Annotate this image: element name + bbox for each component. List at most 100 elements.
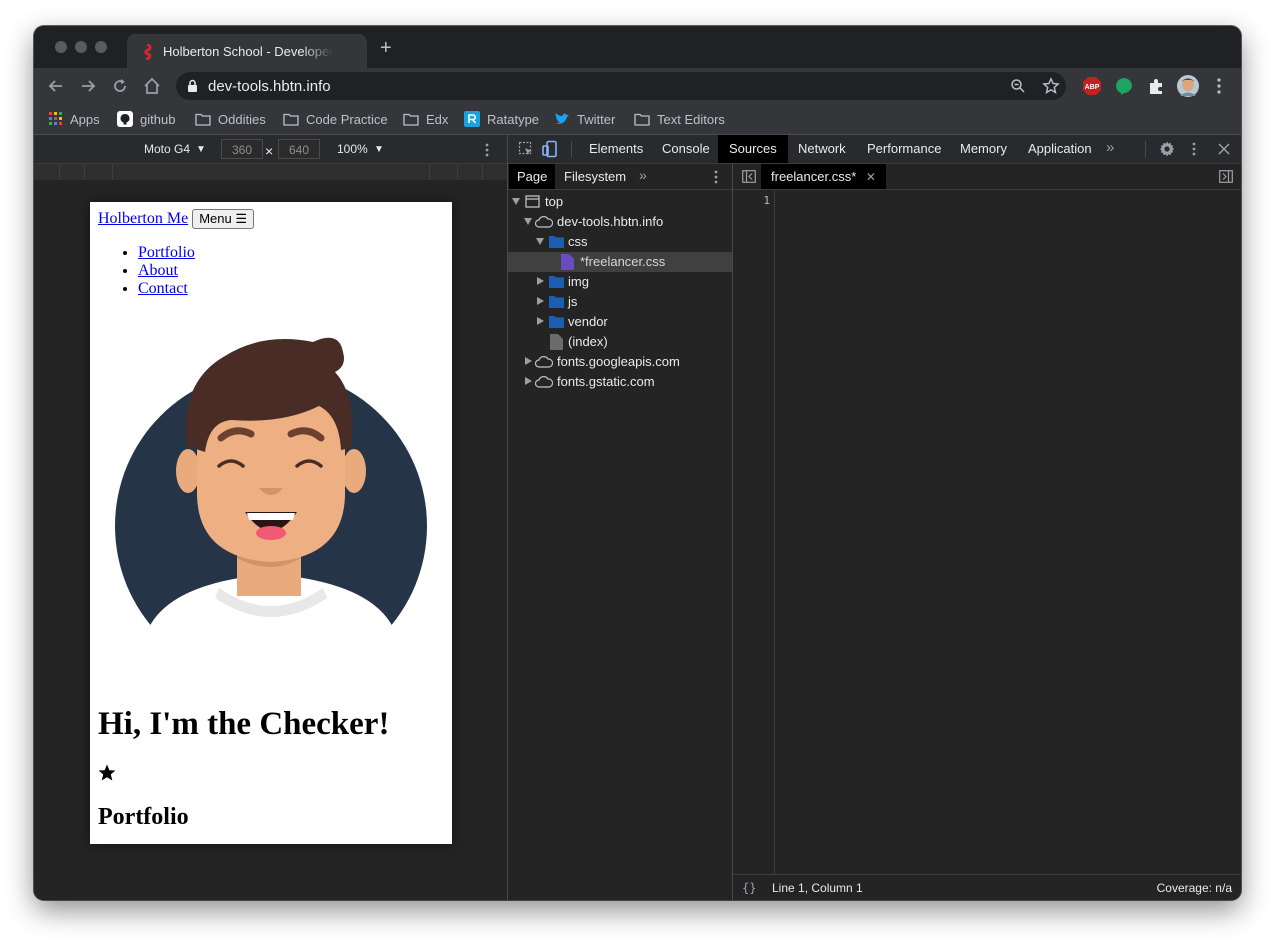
tree-item-label: css bbox=[568, 234, 588, 249]
viewport-width-input[interactable]: 360 bbox=[221, 139, 263, 159]
tab-page[interactable]: Page bbox=[509, 164, 556, 189]
expanded-triangle-icon[interactable] bbox=[524, 218, 532, 225]
tab-network[interactable]: Network bbox=[787, 135, 857, 163]
bookmark-apps[interactable]: Apps bbox=[49, 110, 100, 128]
close-window-button[interactable] bbox=[55, 41, 67, 53]
collapsed-triangle-icon[interactable] bbox=[525, 377, 532, 385]
tree-item-folder[interactable]: vendor bbox=[508, 312, 732, 332]
bookmark-label: Twitter bbox=[577, 111, 616, 127]
address-bar[interactable]: dev-tools.hbtn.info bbox=[176, 72, 1066, 100]
tab-performance[interactable]: Performance bbox=[856, 135, 952, 163]
media-query-ruler[interactable] bbox=[34, 164, 507, 180]
devtools-menu-icon[interactable] bbox=[1191, 141, 1197, 157]
settings-gear-icon[interactable] bbox=[1159, 141, 1175, 157]
collapsed-triangle-icon[interactable] bbox=[525, 357, 532, 365]
tree-item-folder[interactable]: css bbox=[508, 232, 732, 252]
tree-item-label: *freelancer.css bbox=[580, 254, 666, 269]
bookmark-text-editors[interactable]: Text Editors bbox=[634, 110, 725, 128]
chevron-down-icon[interactable]: ▼ bbox=[196, 144, 206, 155]
css-file-icon bbox=[561, 254, 574, 270]
profile-avatar[interactable] bbox=[1176, 74, 1200, 98]
bookmark-code-practice[interactable]: Code Practice bbox=[283, 110, 388, 128]
frame-icon bbox=[525, 195, 540, 208]
tree-item-folder[interactable]: js bbox=[508, 292, 732, 312]
folder-icon bbox=[549, 296, 564, 308]
ratatype-icon bbox=[464, 111, 480, 127]
toggle-navigator-icon[interactable] bbox=[742, 170, 756, 183]
tree-item-file-selected[interactable]: *freelancer.css bbox=[508, 252, 732, 272]
bookmark-oddities[interactable]: Oddities bbox=[195, 110, 266, 128]
forward-icon[interactable] bbox=[78, 76, 98, 96]
menu-button[interactable]: Menu ☰ bbox=[192, 209, 255, 229]
tree-item-label: fonts.gstatic.com bbox=[557, 374, 655, 389]
star-icon[interactable] bbox=[1042, 77, 1060, 95]
tab-memory[interactable]: Memory bbox=[949, 135, 1018, 163]
adblock-plus-icon[interactable]: ABP bbox=[1082, 76, 1102, 96]
inspect-element-icon[interactable] bbox=[518, 141, 534, 157]
bookmark-label: Text Editors bbox=[657, 111, 725, 127]
minimize-window-button[interactable] bbox=[75, 41, 87, 53]
bookmark-ratatype[interactable]: Ratatype bbox=[464, 110, 539, 128]
tree-item-file[interactable]: (index) bbox=[508, 332, 732, 352]
tab-title: Holberton School - Developer Tools bbox=[163, 44, 333, 59]
collapsed-triangle-icon[interactable] bbox=[537, 297, 544, 305]
pretty-print-icon[interactable]: {} bbox=[742, 881, 756, 895]
tab-elements[interactable]: Elements bbox=[578, 135, 654, 163]
device-toolbar-more-icon[interactable] bbox=[484, 142, 490, 158]
toggle-debugger-icon[interactable] bbox=[1219, 170, 1233, 183]
tab-sources[interactable]: Sources bbox=[718, 135, 788, 163]
tab-application[interactable]: Application bbox=[1017, 135, 1103, 163]
expanded-triangle-icon[interactable] bbox=[512, 198, 520, 205]
editor-status-bar: {} Line 1, Column 1 Coverage: n/a bbox=[733, 874, 1241, 900]
nav-link-about[interactable]: About bbox=[138, 262, 178, 279]
tree-item-domain[interactable]: fonts.gstatic.com bbox=[508, 372, 732, 392]
tab-filesystem[interactable]: Filesystem bbox=[556, 164, 634, 189]
zoom-select[interactable]: 100% bbox=[337, 142, 368, 156]
zoom-window-button[interactable] bbox=[95, 41, 107, 53]
line-number: 1 bbox=[763, 194, 770, 207]
checker-avatar-image bbox=[115, 337, 427, 682]
zoom-icon[interactable] bbox=[1010, 78, 1026, 94]
tree-item-domain[interactable]: fonts.googleapis.com bbox=[508, 352, 732, 372]
star-divider-icon bbox=[98, 764, 116, 781]
chrome-menu-icon[interactable] bbox=[1211, 76, 1227, 96]
code-text-area[interactable] bbox=[775, 190, 1241, 874]
back-icon[interactable] bbox=[46, 76, 66, 96]
close-devtools-icon[interactable] bbox=[1218, 143, 1230, 155]
bookmark-github[interactable]: github bbox=[117, 110, 175, 128]
tab-console[interactable]: Console bbox=[651, 135, 721, 163]
nav-link-contact[interactable]: Contact bbox=[138, 280, 188, 297]
tree-item-top[interactable]: top bbox=[508, 192, 732, 212]
close-file-icon[interactable]: ✕ bbox=[866, 170, 876, 184]
tree-item-label: fonts.googleapis.com bbox=[557, 354, 680, 369]
extensions-puzzle-icon[interactable] bbox=[1146, 76, 1166, 96]
browser-tab[interactable]: Holberton School - Developer Tools bbox=[127, 34, 367, 68]
bookmark-edx[interactable]: Edx bbox=[403, 110, 448, 128]
menu-button-label: Menu bbox=[199, 211, 232, 226]
viewport-height-input[interactable]: 640 bbox=[278, 139, 320, 159]
bookmark-twitter[interactable]: Twitter bbox=[554, 110, 615, 128]
device-select[interactable]: Moto G4 bbox=[144, 142, 190, 156]
tree-item-label: top bbox=[545, 194, 564, 209]
more-navigator-tabs-icon[interactable]: » bbox=[639, 167, 647, 183]
more-tabs-chevron-icon[interactable]: » bbox=[1106, 139, 1114, 156]
home-icon[interactable] bbox=[142, 76, 162, 96]
new-tab-button[interactable]: + bbox=[380, 38, 392, 58]
expanded-triangle-icon[interactable] bbox=[536, 238, 544, 245]
brand-link[interactable]: Holberton Me bbox=[98, 210, 188, 228]
tree-item-domain[interactable]: dev-tools.hbtn.info bbox=[508, 212, 732, 232]
dimension-separator: × bbox=[265, 143, 274, 159]
editor-file-tab[interactable]: freelancer.css* ✕ bbox=[761, 164, 886, 189]
chevron-down-icon[interactable]: ▼ bbox=[374, 144, 384, 155]
hangouts-extension-icon[interactable] bbox=[1114, 76, 1134, 96]
collapsed-triangle-icon[interactable] bbox=[537, 277, 544, 285]
device-toolbar-toggle-icon[interactable] bbox=[542, 140, 560, 158]
cloud-icon bbox=[535, 356, 553, 368]
tree-item-folder[interactable]: img bbox=[508, 272, 732, 292]
reload-icon[interactable] bbox=[110, 76, 130, 96]
nav-link-portfolio[interactable]: Portfolio bbox=[138, 244, 195, 261]
collapsed-triangle-icon[interactable] bbox=[537, 317, 544, 325]
bookmark-label: Ratatype bbox=[487, 111, 540, 127]
navigator-menu-icon[interactable] bbox=[713, 169, 719, 185]
list-item: About bbox=[138, 262, 195, 280]
